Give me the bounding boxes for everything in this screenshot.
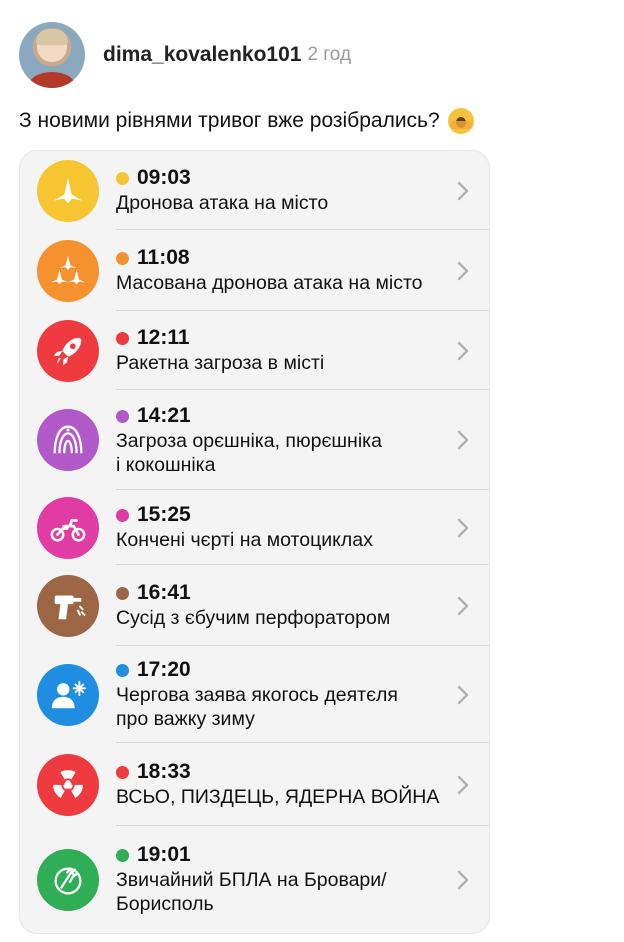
alert-description: Сусід з єбучим перфоратором — [116, 607, 391, 629]
alert-row[interactable]: 12:11 Ракетна загроза в місті — [20, 311, 489, 390]
alert-time: 14:21 — [137, 404, 191, 427]
alert-description: Кончені чєрті на мотоциклах — [116, 529, 373, 551]
chevron-right-icon[interactable] — [455, 594, 471, 618]
chevron-right-icon[interactable] — [455, 683, 471, 707]
alert-content: 18:33 ВСЬО, ПИЗДЕЦЬ, ЯДЕРНА ВОЙНА — [116, 760, 451, 809]
drone-icon — [37, 159, 99, 222]
alert-time: 12:11 — [137, 326, 190, 349]
alert-level-dot — [116, 848, 129, 862]
alert-time-line: 12:11 — [116, 326, 451, 350]
kokoshnik-icon — [37, 409, 99, 471]
alert-level-dot — [116, 331, 129, 345]
alert-time: 09:03 — [137, 166, 191, 189]
username[interactable]: dima_kovalenko101 — [103, 43, 301, 67]
alert-content: 15:25 Кончені чєрті на мотоциклах — [116, 503, 451, 552]
alert-time-line: 18:33 — [116, 760, 451, 784]
chevron-right-icon[interactable] — [455, 516, 471, 540]
alert-row[interactable]: 19:01 Звичайний БПЛА на Бровари/Борисполь — [20, 826, 489, 933]
alert-description-line2: і кокошніка — [116, 454, 216, 476]
rocket-icon — [37, 319, 99, 382]
face-with-open-eyes-and-hand-over-mouth-icon — [447, 108, 474, 134]
alert-description: Дронова атака на місто — [116, 192, 329, 214]
alert-description: Масована дронова атака на місто — [116, 272, 423, 294]
alert-level-dot — [116, 171, 129, 185]
alert-time-line: 17:20 — [116, 658, 451, 682]
chevron-right-icon[interactable] — [455, 339, 471, 363]
person-snowflake-icon — [37, 663, 99, 726]
alert-time-line: 15:25 — [116, 503, 451, 527]
drones-swarm-icon — [37, 239, 99, 302]
alert-time-line: 19:01 — [116, 843, 451, 867]
alert-content: 09:03 Дронова атака на місто — [116, 166, 451, 215]
alert-description-line2: про важку зиму — [116, 708, 255, 730]
chevron-right-icon[interactable] — [455, 773, 471, 797]
alert-level-dot — [116, 251, 129, 265]
alert-time: 19:01 — [137, 843, 191, 866]
alert-content: 17:20 Чергова заява якогось деятєля про ва… — [116, 658, 451, 731]
chevron-right-icon[interactable] — [455, 179, 471, 203]
post-header: dima_kovalenko101 2 год — [19, 22, 351, 88]
alert-time: 16:41 — [137, 581, 191, 604]
alert-content: 14:21 Загроза орєшніка, пюрєшніка і кокошн… — [116, 404, 451, 477]
alert-time: 18:33 — [137, 760, 191, 783]
alert-level-dot — [116, 663, 129, 677]
alert-description: Загроза орєшніка, пюрєшніка — [116, 430, 382, 452]
alert-row[interactable]: 18:33 ВСЬО, ПИЗДЕЦЬ, ЯДЕРНА ВОЙНА — [20, 743, 489, 826]
alert-description: ВСЬО, ПИЗДЕЦЬ, ЯДЕРНА ВОЙНА — [116, 786, 440, 808]
alert-content: 11:08 Масована дронова атака на місто — [116, 246, 451, 295]
alert-time: 15:25 — [137, 503, 191, 526]
radiation-icon — [37, 753, 99, 816]
alert-level-dot — [116, 765, 129, 779]
alert-time: 17:20 — [137, 658, 191, 681]
alert-time-line: 09:03 — [116, 166, 451, 190]
alert-row[interactable]: 09:03 Дронова атака на місто — [20, 151, 489, 230]
chevron-right-icon[interactable] — [455, 428, 471, 452]
alerts-card: 09:03 Дронова атака на місто 11:08 Масована… — [19, 150, 490, 934]
alert-time-line: 16:41 — [116, 581, 451, 605]
alert-row[interactable]: 16:41 Сусід з єбучим перфоратором — [20, 565, 489, 646]
drill-icon — [37, 574, 99, 637]
alert-level-dot — [116, 508, 129, 522]
post-time: 2 год — [307, 44, 352, 65]
alert-content: 16:41 Сусід з єбучим перфоратором — [116, 581, 451, 630]
alert-time-line: 11:08 — [116, 246, 451, 270]
chevron-right-icon[interactable] — [455, 868, 471, 892]
alert-row[interactable]: 11:08 Масована дронова атака на місто — [20, 230, 489, 311]
avatar[interactable] — [19, 22, 85, 88]
alert-time-line: 14:21 — [116, 404, 451, 428]
alert-level-dot — [116, 409, 129, 423]
alert-description: Чергова заява якогось деятєля — [116, 684, 398, 706]
post-text-content: З новими рівнями тривог вже розібрались? — [19, 109, 440, 132]
alert-time: 11:08 — [137, 246, 190, 269]
alert-description: Звичайний БПЛА на Бровари/ — [116, 869, 387, 891]
alert-description-line2: Борисполь — [116, 893, 214, 915]
alert-row[interactable]: 17:20 Чергова заява якогось деятєля про ва… — [20, 646, 489, 743]
alert-level-dot — [116, 586, 129, 600]
chevron-right-icon[interactable] — [455, 259, 471, 283]
alert-content: 12:11 Ракетна загроза в місті — [116, 326, 451, 375]
alert-row[interactable]: 15:25 Кончені чєрті на мотоциклах — [20, 490, 489, 565]
alert-row[interactable]: 14:21 Загроза орєшніка, пюрєшніка і кокошн… — [20, 390, 489, 490]
facepalm-icon — [37, 848, 99, 911]
alert-description: Ракетна загроза в місті — [116, 352, 325, 374]
alert-content: 19:01 Звичайний БПЛА на Бровари/Борисполь — [116, 843, 451, 916]
motorcycle-icon — [37, 496, 99, 559]
post-text: З новими рівнями тривог вже розібрались? — [19, 108, 474, 134]
